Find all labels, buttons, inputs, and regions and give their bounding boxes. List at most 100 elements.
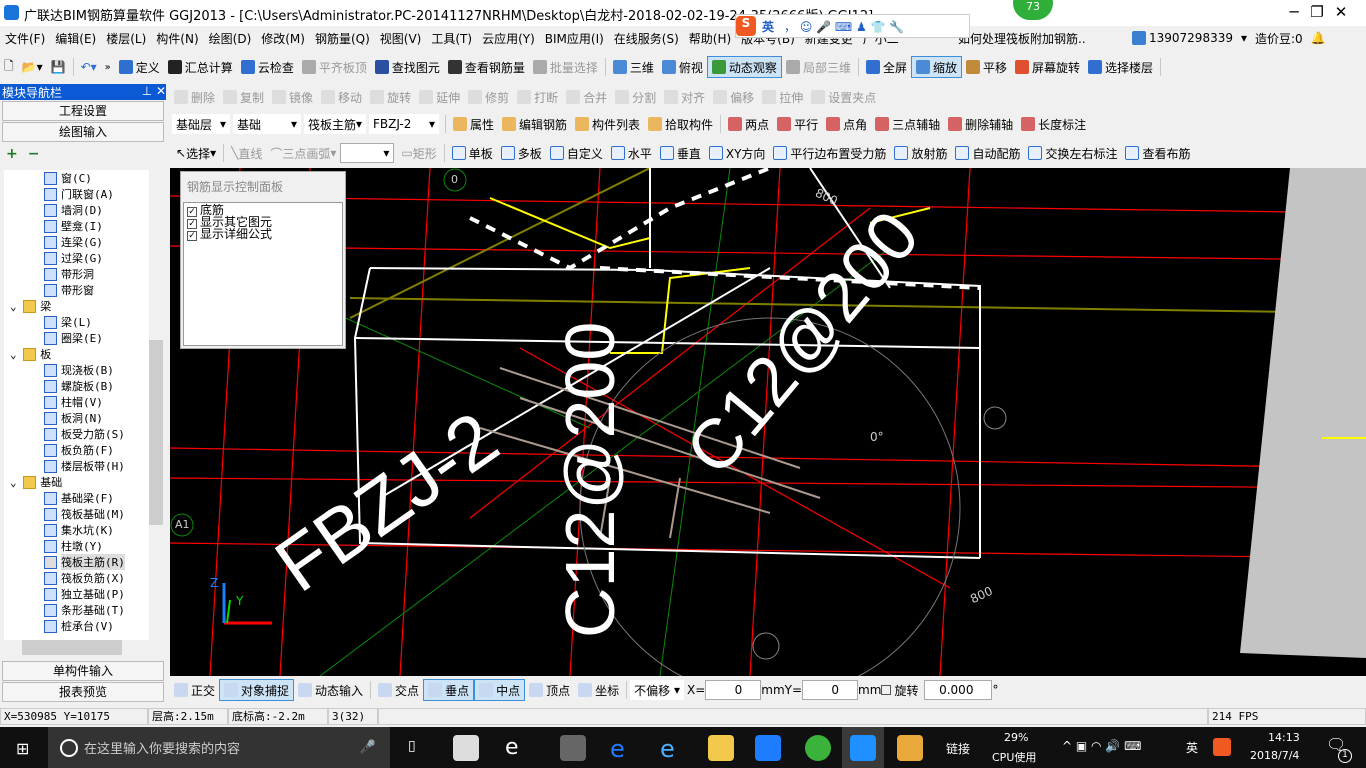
clock-date[interactable]: 2018/7/4: [1250, 749, 1299, 762]
component-button[interactable]: 平行: [773, 113, 822, 135]
component-button[interactable]: 两点: [724, 113, 773, 135]
toolbar-button[interactable]: 定义: [115, 56, 164, 78]
toolbar-button[interactable]: 查找图元: [371, 56, 444, 78]
menu-item[interactable]: BIM应用(I): [540, 30, 609, 47]
draw-button[interactable]: 查看布筋: [1121, 142, 1194, 164]
line-button[interactable]: ╲ 直线: [227, 142, 266, 164]
snap-button[interactable]: 顶点: [525, 679, 574, 701]
tree-item[interactable]: 柱墩(Y): [4, 538, 149, 554]
angle-input[interactable]: 0.000: [924, 680, 993, 700]
app-icon[interactable]: [453, 735, 479, 761]
tree-item[interactable]: 筏板主筋(R): [4, 554, 149, 570]
report-preview-button[interactable]: 报表预览: [2, 682, 164, 702]
y-input[interactable]: 0: [802, 680, 859, 700]
tree-item[interactable]: 筏板负筋(X): [4, 570, 149, 586]
ime-tools-icons[interactable]: ， ☺ 🎤 ⌨ ♟ 👕 🔧: [784, 18, 904, 35]
account-dropdown-icon[interactable]: ▾: [1241, 31, 1247, 45]
edit-button[interactable]: 设置夹点: [807, 86, 880, 108]
snap-button[interactable]: 动态输入: [294, 679, 367, 701]
toolbar-button[interactable]: 俯视: [658, 56, 707, 78]
checkbox[interactable]: ✓: [187, 207, 197, 217]
draw-button[interactable]: 水平: [607, 142, 656, 164]
component-button[interactable]: 点角: [822, 113, 871, 135]
component-button[interactable]: 长度标注: [1017, 113, 1090, 135]
beans-count[interactable]: 造价豆:0: [1255, 30, 1303, 47]
menu-item[interactable]: 云应用(Y): [477, 30, 540, 47]
tree-item[interactable]: 带形窗: [4, 282, 149, 298]
tree-folder[interactable]: ⌄ 板: [4, 346, 149, 362]
chevron-down-icon[interactable]: ⌄: [10, 476, 23, 489]
tree-item[interactable]: 螺旋板(B): [4, 378, 149, 394]
tree-item[interactable]: 基础梁(F): [4, 490, 149, 506]
tray-icons[interactable]: ^ ▣ ◠ 🔊 ⌨: [1062, 739, 1141, 753]
checkbox[interactable]: ✓: [187, 219, 197, 229]
arc-button[interactable]: ⌒ 三点画弧 ▾: [266, 142, 340, 164]
snap-button[interactable]: 中点: [474, 679, 526, 701]
tree-item[interactable]: 门联窗(A): [4, 186, 149, 202]
offset-select[interactable]: 不偏移 ▾: [630, 680, 684, 700]
taskbar-search[interactable]: 在这里输入你要搜索的内容 🎤: [48, 727, 390, 768]
toolbar-button[interactable]: 查看钢筋量: [444, 56, 529, 78]
open-file-icon[interactable]: 📂▾: [18, 56, 47, 78]
edit-button[interactable]: 分割: [611, 86, 660, 108]
shape-select[interactable]: ▾: [340, 143, 395, 163]
tree-item[interactable]: 条形基础(T): [4, 602, 149, 618]
expand-all-icon[interactable]: +: [6, 146, 18, 162]
edit-button[interactable]: 复制: [219, 86, 268, 108]
glodon-icon[interactable]: [755, 735, 781, 761]
windows-start-icon[interactable]: ⊞: [16, 739, 29, 758]
new-file-icon[interactable]: 🗋: [0, 56, 18, 78]
file-explorer-icon[interactable]: [708, 735, 734, 761]
snap-button[interactable]: 交点: [374, 679, 423, 701]
edit-button[interactable]: 延伸: [415, 86, 464, 108]
tree-item[interactable]: 板洞(N): [4, 410, 149, 426]
toolbar-button[interactable]: 屏幕旋转: [1011, 56, 1084, 78]
tree-item[interactable]: 桩承台(V): [4, 618, 149, 634]
snap-button[interactable]: 正交: [170, 679, 219, 701]
tree-item[interactable]: 板负筋(F): [4, 442, 149, 458]
tree-folder[interactable]: ⌄ 梁: [4, 298, 149, 314]
component-button[interactable]: 编辑钢筋: [498, 113, 571, 135]
toolbar-button[interactable]: 三维: [609, 56, 658, 78]
tree-folder[interactable]: ⌄ 基础: [4, 474, 149, 490]
account-phone[interactable]: 13907298339: [1149, 31, 1233, 45]
tree-item[interactable]: 墙洞(D): [4, 202, 149, 218]
menu-item[interactable]: 文件(F): [0, 30, 50, 47]
menu-item[interactable]: 工具(T): [426, 30, 477, 47]
browser-icon[interactable]: [805, 735, 831, 761]
draw-button[interactable]: 多板: [497, 142, 546, 164]
sogou-icon[interactable]: S: [736, 16, 756, 36]
floor-select[interactable]: 基础层 ▾: [172, 114, 230, 134]
close-button[interactable]: ✕: [1318, 0, 1364, 26]
toolbar-button[interactable]: 汇总计算: [164, 56, 237, 78]
edit-button[interactable]: 合并: [562, 86, 611, 108]
toolbar-button[interactable]: 选择楼层: [1084, 56, 1157, 78]
draw-button[interactable]: 自动配筋: [951, 142, 1024, 164]
snap-button[interactable]: 对象捕捉: [219, 679, 295, 701]
edit-button[interactable]: 删除: [170, 86, 219, 108]
component-button[interactable]: 拾取构件: [644, 113, 717, 135]
toolbar-button[interactable]: 缩放: [910, 56, 962, 78]
panel-option[interactable]: ✓ 显示详细公式: [187, 228, 339, 241]
menu-item[interactable]: 视图(V): [375, 30, 427, 47]
toolbar-button[interactable]: 局部三维: [782, 56, 855, 78]
toolbar-button[interactable]: 全屏: [862, 56, 911, 78]
edge-icon[interactable]: e: [610, 735, 636, 763]
toolbar-button[interactable]: 平齐板顶: [298, 56, 371, 78]
toolbar-button[interactable]: 云检查: [237, 56, 298, 78]
menu-item[interactable]: 钢筋量(Q): [310, 30, 375, 47]
component-button[interactable]: 删除辅轴: [944, 113, 1017, 135]
menu-item[interactable]: 绘图(D): [204, 30, 257, 47]
draw-button[interactable]: 垂直: [656, 142, 705, 164]
rotate-checkbox[interactable]: [881, 685, 892, 695]
input-lang[interactable]: 英: [1186, 739, 1198, 756]
edit-button[interactable]: 镜像: [268, 86, 317, 108]
edit-button[interactable]: 对齐: [660, 86, 709, 108]
select-button[interactable]: ↖ 选择 ▾: [172, 142, 220, 164]
collapse-all-icon[interactable]: −: [28, 146, 40, 162]
edit-button[interactable]: 旋转: [366, 86, 415, 108]
tree-item[interactable]: 楼层板带(H): [4, 458, 149, 474]
rect-button[interactable]: ▭ 矩形: [397, 142, 440, 164]
tree-item[interactable]: 窗(C): [4, 170, 149, 186]
sogou-tray-icon[interactable]: [1213, 738, 1231, 756]
